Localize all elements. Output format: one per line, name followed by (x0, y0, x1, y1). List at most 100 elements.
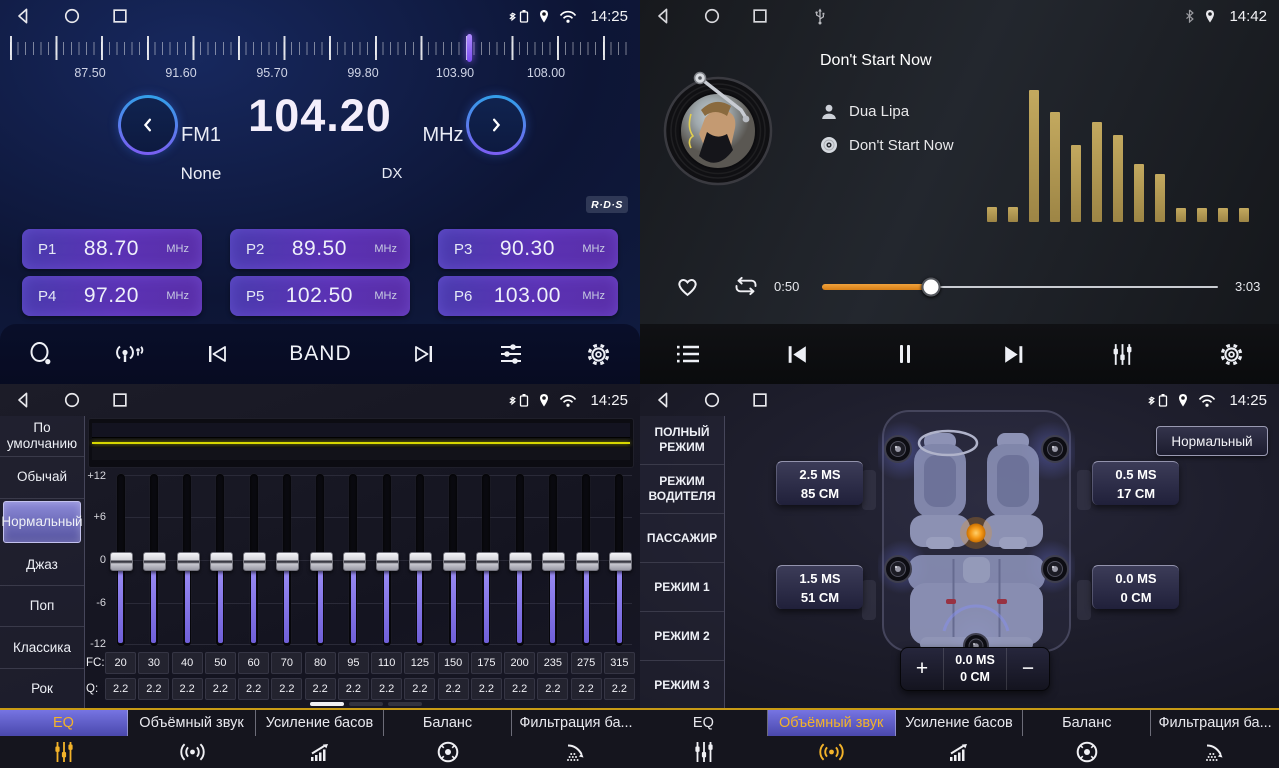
nav-back-icon[interactable] (12, 388, 36, 412)
eq-band-slider[interactable] (337, 474, 370, 646)
nav-back-icon[interactable] (652, 388, 676, 412)
q-value-cell[interactable]: 2.2 (271, 678, 302, 700)
sound-mode-item[interactable]: РЕЖИМ 1 (640, 563, 724, 612)
sound-mode-item[interactable]: ПОЛНЫЙ РЕЖИМ (640, 416, 724, 465)
fc-value-cell[interactable]: 20 (105, 652, 136, 674)
next-track-icon[interactable] (411, 343, 437, 365)
q-value-cell[interactable]: 2.2 (471, 678, 502, 700)
dx-mode[interactable]: DX (362, 165, 422, 182)
q-value-cell[interactable]: 2.2 (438, 678, 469, 700)
eq-preset-item[interactable]: Джаз (0, 545, 84, 586)
nav-home-icon[interactable] (60, 4, 84, 28)
eq-slider-knob[interactable] (609, 552, 632, 571)
q-value-cell[interactable]: 2.2 (238, 678, 269, 700)
eq-band-slider[interactable] (503, 474, 536, 646)
q-value-cell[interactable]: 2.2 (404, 678, 435, 700)
previous-track-icon[interactable] (784, 343, 811, 366)
tab-balance[interactable]: Баланс (1023, 710, 1151, 768)
fc-value-cell[interactable]: 200 (504, 652, 535, 674)
fc-value-cell[interactable]: 60 (238, 652, 269, 674)
tab-surround[interactable]: Объёмный звук (768, 710, 896, 768)
nav-back-icon[interactable] (12, 4, 36, 28)
eq-preset-item[interactable]: Классика (0, 627, 84, 668)
eq-band-slider[interactable] (437, 474, 470, 646)
tune-down-button[interactable] (118, 95, 178, 155)
tab-bass-boost[interactable]: Усиление басов (256, 710, 384, 768)
eq-sliders[interactable] (104, 474, 636, 646)
fc-value-cell[interactable]: 40 (172, 652, 203, 674)
nav-home-icon[interactable] (700, 388, 724, 412)
eq-slider-knob[interactable] (143, 552, 166, 571)
q-value-cell[interactable]: 2.2 (105, 678, 136, 700)
eq-band-slider[interactable] (204, 474, 237, 646)
eq-band-slider[interactable] (403, 474, 436, 646)
eq-band-slider[interactable] (171, 474, 204, 646)
delay-front-left-button[interactable]: 2.5 MS 85 CM (776, 461, 863, 505)
fc-value-cell[interactable]: 150 (438, 652, 469, 674)
nav-recents-icon[interactable] (748, 4, 772, 28)
eq-slider-knob[interactable] (509, 552, 532, 571)
repeat-icon[interactable] (730, 275, 762, 298)
preset-button[interactable]: P2 89.50 MHz (230, 229, 410, 269)
preset-button[interactable]: P5 102.50 MHz (230, 276, 410, 316)
eq-band-slider[interactable] (470, 474, 503, 646)
tab-crossover[interactable]: Фильтрация ба... (1151, 710, 1279, 768)
eq-band-slider[interactable] (603, 474, 636, 646)
sound-preset-button[interactable]: Нормальный (1156, 426, 1268, 456)
eq-slider-knob[interactable] (310, 552, 333, 571)
tune-up-button[interactable] (466, 95, 526, 155)
fc-value-cell[interactable]: 95 (338, 652, 369, 674)
eq-band-slider[interactable] (536, 474, 569, 646)
eq-preset-item[interactable]: Нормальный (3, 501, 81, 543)
preset-button[interactable]: P6 103.00 MHz (438, 276, 618, 316)
q-value-cell[interactable]: 2.2 (604, 678, 635, 700)
eq-band-slider[interactable] (237, 474, 270, 646)
sliders-icon[interactable] (497, 342, 525, 366)
preset-button[interactable]: P1 88.70 MHz (22, 229, 202, 269)
q-value-cell[interactable]: 2.2 (338, 678, 369, 700)
q-value-cell[interactable]: 2.2 (371, 678, 402, 700)
eq-slider-knob[interactable] (243, 552, 266, 571)
playlist-icon[interactable] (674, 342, 702, 366)
eq-slider-knob[interactable] (276, 552, 299, 571)
eq-slider-knob[interactable] (177, 552, 200, 571)
eq-slider-knob[interactable] (110, 552, 133, 571)
nav-recents-icon[interactable] (108, 388, 132, 412)
tab-crossover[interactable]: Фильтрация ба... (512, 710, 640, 768)
preset-button[interactable]: P3 90.30 MHz (438, 229, 618, 269)
eq-preset-item[interactable]: Поп (0, 586, 84, 627)
delay-front-right-button[interactable]: 0.5 MS 17 CM (1092, 461, 1179, 505)
eq-band-slider[interactable] (270, 474, 303, 646)
eq-preset-item[interactable]: Рок (0, 669, 84, 710)
eq-slider-knob[interactable] (343, 552, 366, 571)
sound-mode-item[interactable]: РЕЖИМ 2 (640, 612, 724, 661)
nav-recents-icon[interactable] (748, 388, 772, 412)
eq-band-slider[interactable] (304, 474, 337, 646)
tab-surround[interactable]: Объёмный звук (128, 710, 256, 768)
previous-track-icon[interactable] (204, 343, 230, 365)
preset-button[interactable]: P4 97.20 MHz (22, 276, 202, 316)
eq-slider-knob[interactable] (443, 552, 466, 571)
tab-eq[interactable]: EQ (0, 710, 128, 768)
q-value-cell[interactable]: 2.2 (205, 678, 236, 700)
fc-value-cell[interactable]: 30 (138, 652, 169, 674)
stepper-minus-button[interactable]: − (1007, 648, 1049, 690)
band-button[interactable]: BAND (289, 342, 351, 366)
q-value-cell[interactable]: 2.2 (172, 678, 203, 700)
tab-balance[interactable]: Баланс (384, 710, 512, 768)
eq-slider-knob[interactable] (409, 552, 432, 571)
progress-knob[interactable] (921, 278, 940, 297)
nav-back-icon[interactable] (652, 4, 676, 28)
fc-value-cell[interactable]: 50 (205, 652, 236, 674)
eq-slider-knob[interactable] (376, 552, 399, 571)
delay-rear-right-button[interactable]: 0.0 MS 0 CM (1092, 565, 1179, 609)
delay-rear-left-button[interactable]: 1.5 MS 51 CM (776, 565, 863, 609)
favorite-heart-icon[interactable] (674, 273, 701, 298)
tab-bass-boost[interactable]: Усиление басов (896, 710, 1024, 768)
eq-preset-item[interactable]: По умолчанию (0, 416, 84, 457)
eq-band-slider[interactable] (137, 474, 170, 646)
q-value-cell[interactable]: 2.2 (305, 678, 336, 700)
fc-value-cell[interactable]: 80 (305, 652, 336, 674)
frequency-scale[interactable]: 87.50 91.60 95.70 99.80 103.90 108.00 (0, 32, 640, 86)
broadcast-icon[interactable] (114, 341, 144, 367)
